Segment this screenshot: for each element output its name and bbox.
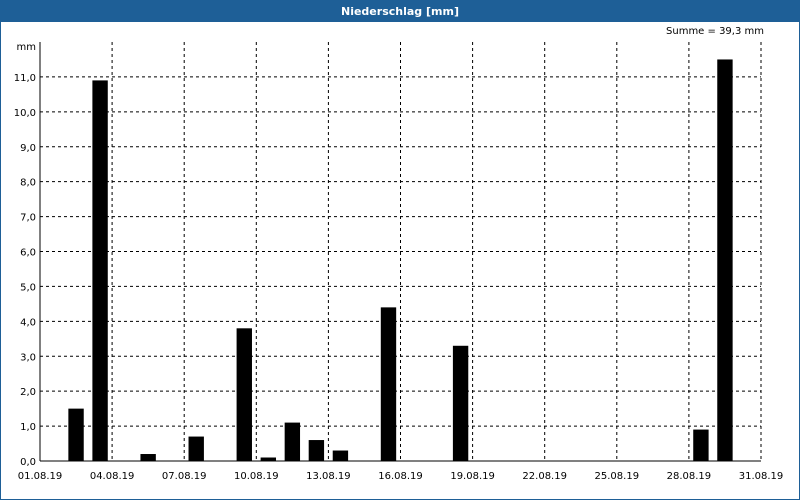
- x-tick-label: 22.08.19: [522, 471, 567, 482]
- y-tick-label: 9,0: [20, 143, 36, 154]
- y-tick-label: 5,0: [20, 282, 36, 293]
- y-tick-label: 2,0: [20, 387, 36, 398]
- y-tick-label: 7,0: [20, 213, 36, 224]
- bar: [236, 328, 252, 461]
- x-tick-label: 19.08.19: [450, 471, 495, 482]
- y-tick-label: 3,0: [20, 352, 36, 363]
- bar: [260, 457, 277, 461]
- x-tick-label: 10.08.19: [234, 471, 279, 482]
- x-tick-label: 25.08.19: [595, 471, 640, 482]
- bar: [140, 454, 156, 461]
- bar: [92, 80, 108, 462]
- y-tick-label: 0,0: [20, 457, 36, 468]
- bar: [332, 450, 349, 461]
- x-tick-label: 01.08.19: [18, 471, 63, 482]
- bar: [284, 422, 301, 461]
- y-tick-label: 4,0: [20, 317, 36, 328]
- y-tick-label: 10,0: [14, 108, 36, 119]
- y-tick-label: 11,0: [14, 73, 36, 84]
- bar-chart: 0,0 1,0 2,0 3,0 4,0 5,0 6,0 7,0 8,0 9,0 10,0 11,0 mm…: [14, 42, 784, 482]
- y-axis-unit-label: mm: [17, 42, 36, 53]
- bar: [693, 429, 709, 461]
- x-tick-label: 31.08.19: [739, 471, 784, 482]
- y-tick-label: 6,0: [20, 248, 36, 259]
- x-tick-label: 13.08.19: [306, 471, 351, 482]
- x-tick-label: 04.08.19: [90, 471, 135, 482]
- bar: [188, 436, 204, 461]
- bar: [380, 307, 397, 461]
- x-tick-label: 07.08.19: [162, 471, 207, 482]
- y-tick-label: 8,0: [20, 178, 36, 189]
- bar: [717, 59, 733, 461]
- x-tick-label: 16.08.19: [378, 471, 423, 482]
- x-tick-label: 28.08.19: [667, 471, 712, 482]
- y-tick-label: 1,0: [20, 422, 36, 433]
- bar: [308, 440, 325, 461]
- bar: [68, 408, 84, 461]
- bar: [452, 345, 469, 461]
